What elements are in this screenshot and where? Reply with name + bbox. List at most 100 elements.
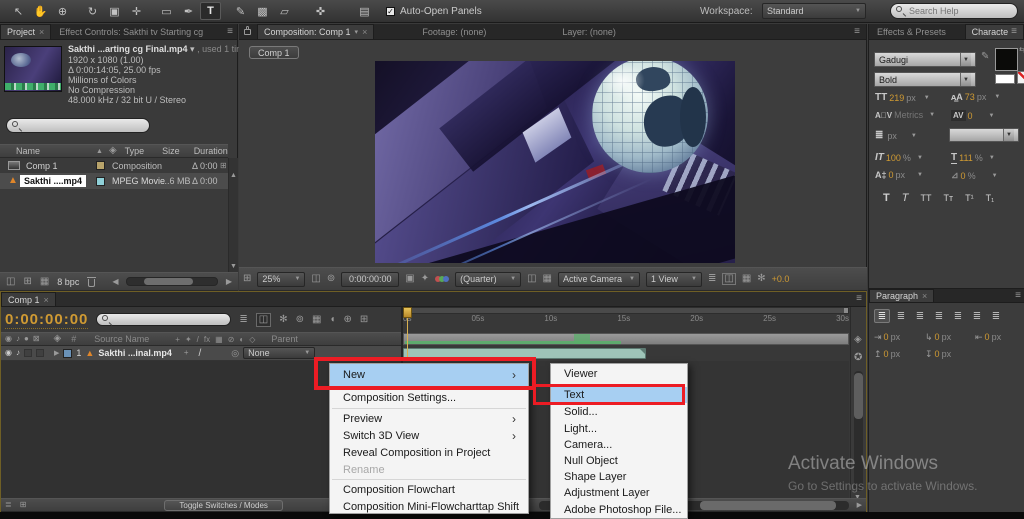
work-area-end-handle[interactable]	[844, 308, 848, 313]
project-scrollbar[interactable]: ▲ ▼	[228, 158, 238, 272]
indent-left-field[interactable]: ⇥ 0px	[874, 332, 900, 342]
submenu-item-solid[interactable]: Solid...	[551, 403, 687, 420]
stretch-switch[interactable]: /	[199, 348, 202, 359]
magnification-dropdown[interactable]: 25%▼	[257, 272, 305, 287]
close-icon[interactable]: ×	[39, 27, 44, 37]
layer-label-chip[interactable]	[63, 349, 72, 358]
all-caps-button[interactable]: TT	[920, 193, 931, 203]
current-time-field[interactable]: 0:00:00:00	[5, 311, 88, 329]
comp-mini-flowchart-icon[interactable]: ≣	[239, 315, 247, 325]
space-before-field[interactable]: ↥ 0px	[874, 349, 900, 359]
align-right-button[interactable]: ≣	[912, 309, 928, 323]
safe-areas-icon[interactable]: ◫	[311, 274, 320, 284]
zoom-tool[interactable]: ⊕	[52, 2, 73, 20]
tab-composition[interactable]: Composition: Comp 1 ▾ ×	[257, 24, 374, 39]
help-search-box[interactable]	[890, 3, 1018, 19]
always-preview-icon[interactable]: ⊞	[243, 274, 251, 284]
horizontal-scale-field[interactable]: T 111% ▼	[951, 152, 995, 164]
new-folder-icon[interactable]: ⊞	[23, 277, 31, 287]
tab-layer[interactable]: Layer: (none)	[554, 27, 624, 37]
label-chip[interactable]	[96, 161, 105, 170]
panel-menu-icon[interactable]: ≡	[1011, 27, 1017, 37]
scroll-up-icon[interactable]: ▲	[230, 172, 237, 179]
leading-field[interactable]: ᴀ͇A 73px ▼	[951, 92, 1000, 102]
column-type[interactable]: Type	[125, 146, 145, 156]
quality-switch[interactable]: +	[184, 349, 189, 357]
chevron-down-icon[interactable]: ▾	[355, 28, 359, 36]
indent-right-field[interactable]: ⇤ 0px	[975, 332, 1001, 342]
auto-zoom-icon[interactable]: ✪	[854, 353, 862, 363]
subscript-button[interactable]: T₁	[986, 193, 995, 203]
label-column-icon[interactable]: ◈	[109, 146, 117, 156]
font-family-dropdown[interactable]: Gadugi▼	[874, 52, 976, 67]
interpret-footage-icon[interactable]: ◫	[6, 277, 15, 287]
menu-item-composition-flowchart[interactable]: Composition Flowchart	[330, 481, 528, 498]
panel-menu-icon[interactable]: ≡	[856, 294, 862, 304]
parent-dropdown[interactable]: None▼	[243, 347, 315, 359]
panel-menu-icon[interactable]: ≡	[854, 27, 860, 37]
scroll-right-icon[interactable]: ▶	[226, 278, 232, 286]
submenu-item-adjustment-layer[interactable]: Adjustment Layer	[551, 485, 687, 501]
justify-all-button[interactable]: ≣	[988, 309, 1004, 323]
close-icon[interactable]: ×	[922, 291, 927, 301]
faux-bold-button[interactable]: T	[883, 192, 890, 204]
timeline-search-box[interactable]	[96, 313, 231, 326]
kerning-field[interactable]: A⃕V Metrics ▼	[875, 110, 935, 120]
vertical-scale-field[interactable]: IT 100% ▼	[875, 152, 923, 163]
tracking-field[interactable]: AV 0 ▼	[951, 110, 995, 121]
pen-tool[interactable]: ✒	[178, 2, 199, 20]
column-size[interactable]: Size	[162, 146, 180, 156]
comp-marker-bin-icon[interactable]: ≣	[5, 501, 12, 509]
timeline-button-icon[interactable]: ◫	[722, 273, 735, 285]
small-caps-button[interactable]: Tᴛ	[943, 193, 953, 203]
reset-exposure-icon[interactable]: ✻	[757, 274, 765, 284]
pick-whip-icon[interactable]: ◎	[231, 349, 239, 358]
camera-view-dropdown[interactable]: Active Camera▼	[558, 272, 640, 287]
playhead-handle[interactable]	[403, 307, 412, 318]
solo-toggle[interactable]	[24, 349, 32, 357]
justify-last-center-button[interactable]: ≣	[950, 309, 966, 323]
project-row-comp1[interactable]: Comp 1 Composition Δ 0:00 ⊞	[0, 158, 228, 173]
menu-item-reveal-composition[interactable]: Reveal Composition in Project	[330, 444, 528, 461]
fill-color-swatch[interactable]	[995, 48, 1018, 71]
panel-menu-icon[interactable]: ≡	[1015, 291, 1021, 301]
justify-last-right-button[interactable]: ≣	[969, 309, 985, 323]
scroll-right-icon[interactable]: ▶	[857, 502, 862, 509]
column-name[interactable]: Name	[16, 146, 40, 156]
region-of-interest-icon[interactable]: ⊚	[327, 274, 335, 284]
horizontal-scrollbar[interactable]	[126, 277, 217, 286]
tab-effect-controls[interactable]: Effect Controls: Sakthi tv Starting cg	[51, 27, 211, 37]
workspace-dropdown[interactable]: Standard ▼	[762, 3, 866, 19]
show-channel-icon[interactable]	[435, 276, 449, 282]
hand-tool[interactable]: ✋	[30, 2, 51, 20]
label-chip[interactable]	[96, 177, 105, 186]
layer-row-1[interactable]: ◉ ♪ ▶ 1 ▲ Sakthi ...inal.mp4 + / ◎ None▼	[1, 346, 401, 361]
exposure-value[interactable]: +0.0	[772, 274, 790, 284]
help-search-input[interactable]	[909, 6, 1012, 16]
graph-editor-icon[interactable]: ⊞	[360, 315, 368, 325]
small-down-icon[interactable]: ▾	[190, 44, 195, 54]
comp-button-icon[interactable]: ⊞	[20, 501, 27, 509]
shape-tool[interactable]: ▭	[156, 2, 177, 20]
scroll-left-icon[interactable]: ◀	[112, 278, 118, 286]
baseline-shift-field[interactable]: A‡ 0px ▼	[875, 170, 923, 180]
timeline-tab-comp1[interactable]: Comp 1 ×	[1, 292, 56, 306]
align-left-button[interactable]: ≣	[874, 309, 890, 323]
brush-tool[interactable]: ✎	[230, 2, 251, 20]
no-stroke-swatch[interactable]	[1017, 71, 1024, 84]
pixel-aspect-icon[interactable]: ≣	[708, 274, 716, 284]
layer-duration-bar[interactable]	[403, 348, 646, 359]
source-name-column[interactable]: Source Name	[94, 334, 149, 344]
submenu-item-text[interactable]: Text	[551, 387, 687, 403]
submenu-item-photoshop-file[interactable]: Adobe Photoshop File...	[551, 501, 687, 518]
lock-toggle[interactable]	[36, 349, 44, 357]
toggle-switches-modes-button[interactable]: Toggle Switches / Modes	[164, 500, 283, 511]
work-area-bar[interactable]	[403, 333, 849, 345]
tab-character[interactable]: Characte ≡	[965, 24, 1024, 39]
trash-icon[interactable]	[87, 277, 96, 287]
project-search-box[interactable]	[6, 118, 150, 133]
viewer-timecode[interactable]: 0:00:00:00	[341, 272, 399, 287]
snapshot-icon[interactable]: ▣	[405, 274, 414, 284]
panel-menu-icon[interactable]: ≡	[227, 27, 233, 37]
comp-shield-icon[interactable]: ◈	[854, 335, 862, 345]
